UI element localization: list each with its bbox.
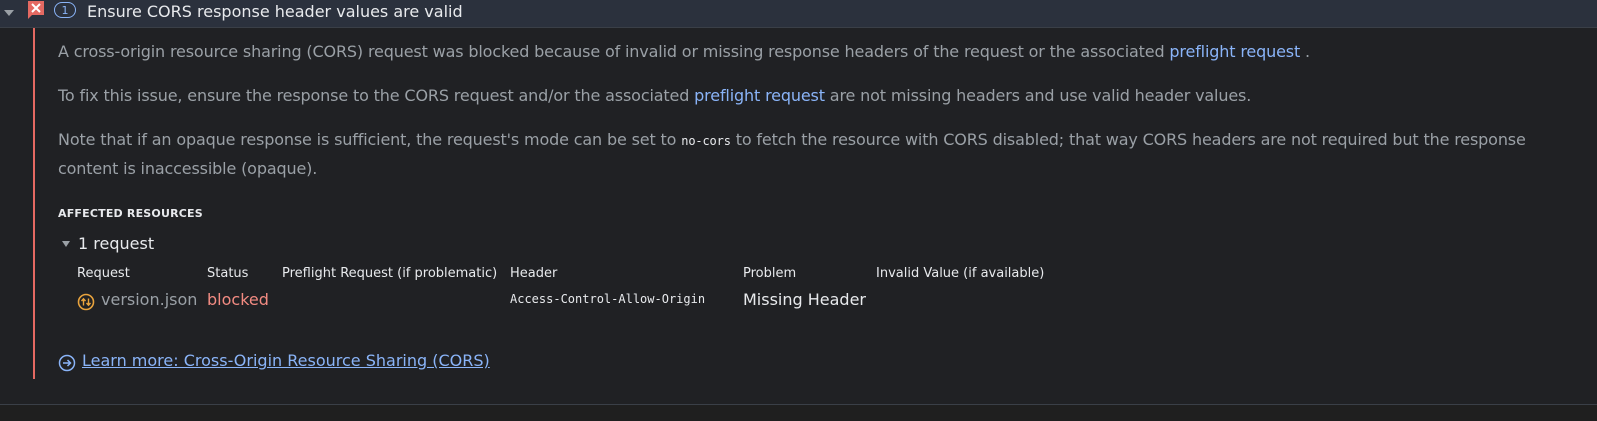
affected-request-header: Access-Control-Allow-Origin (510, 292, 706, 306)
p3-text-a: Note that if an opaque response is suffi… (58, 130, 682, 149)
next-issue-strip (0, 405, 1597, 421)
issue-title[interactable]: Ensure CORS response header values are v… (87, 2, 463, 21)
affected-request-name[interactable]: version.json (101, 290, 197, 309)
error-flag-icon (28, 1, 44, 19)
affected-resources-heading: AFFECTED RESOURCES (58, 207, 203, 220)
learn-more-link[interactable]: Learn more: Cross-Origin Resource Sharin… (82, 351, 490, 370)
column-header-header: Header (510, 266, 558, 281)
column-header-status: Status (207, 266, 249, 281)
p2-text: To fix this issue, ensure the response t… (58, 86, 695, 105)
p1-tail: . (1300, 42, 1310, 61)
network-request-icon[interactable] (77, 293, 95, 311)
issue-severity-bar (33, 28, 35, 379)
description-paragraph-2: To fix this issue, ensure the response t… (58, 82, 1588, 110)
no-cors-code: no-cors (681, 134, 731, 148)
affected-request-problem: Missing Header (743, 290, 867, 309)
p1-text: A cross-origin resource sharing (CORS) r… (58, 42, 1170, 61)
preflight-request-link-2[interactable]: preflight request (694, 86, 825, 105)
description-paragraph-1: A cross-origin resource sharing (CORS) r… (58, 38, 1588, 66)
column-header-preflight: Preflight Request (if problematic) (282, 266, 498, 281)
issue-count-badge: 1 (54, 2, 76, 18)
circle-arrow-right-icon[interactable] (58, 354, 76, 372)
p2-tail: are not missing headers and use valid he… (824, 86, 1252, 105)
preflight-request-link-1[interactable]: preflight request (1169, 42, 1300, 61)
issue-header[interactable]: 1 Ensure CORS response header values are… (0, 0, 1597, 28)
column-header-invalid-value: Invalid Value (if available) (876, 266, 1045, 281)
request-toggle-caret-icon[interactable] (62, 241, 70, 247)
description-paragraph-3: Note that if an opaque response is suffi… (58, 126, 1588, 183)
request-count-label[interactable]: 1 request (78, 234, 154, 253)
expand-caret-icon[interactable] (4, 10, 14, 16)
affected-request-status: blocked (207, 290, 269, 309)
column-header-problem: Problem (743, 266, 797, 281)
column-header-request: Request (77, 266, 130, 281)
issues-panel: 1 Ensure CORS response header values are… (0, 0, 1597, 421)
